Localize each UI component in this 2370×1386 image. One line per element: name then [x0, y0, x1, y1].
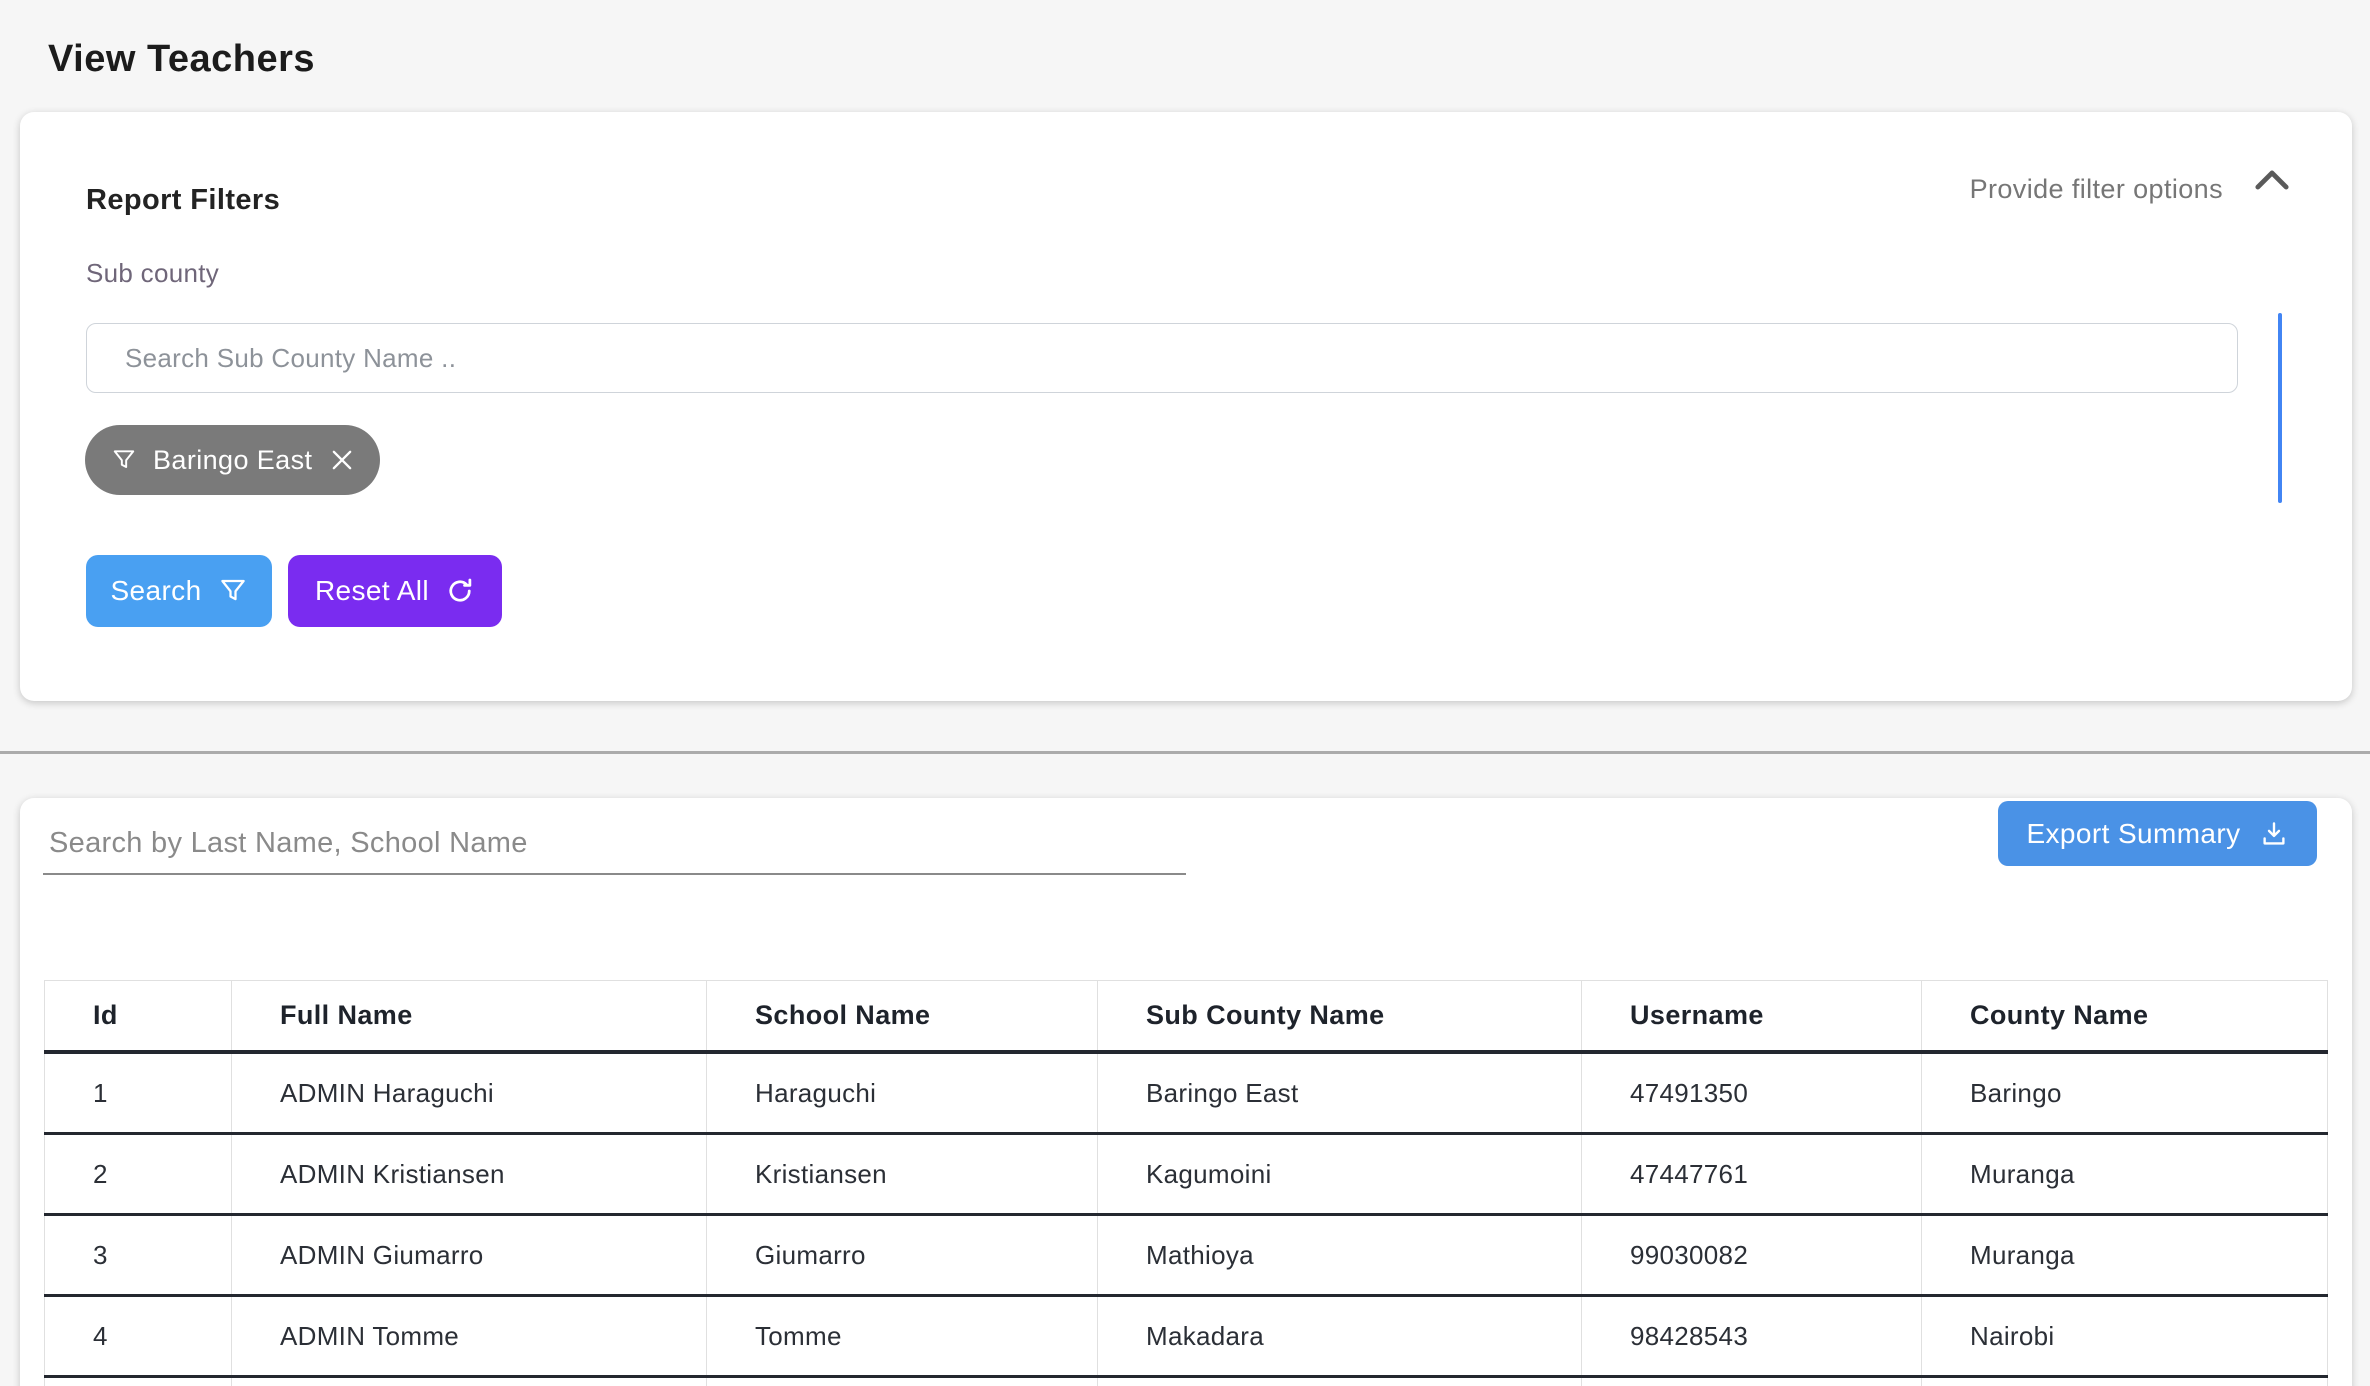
table-search-input[interactable]: [43, 820, 1186, 875]
subcounty-field-label: Sub county: [86, 258, 219, 289]
table-cell: Muranga: [1922, 1215, 2328, 1296]
export-summary-button[interactable]: Export Summary: [1998, 801, 2317, 866]
table-cell: Haraguchi: [707, 1052, 1098, 1134]
table-cell: Baringo: [1922, 1052, 2328, 1134]
page: View Teachers Report Filters Provide fil…: [0, 0, 2370, 1386]
column-header: County Name: [1922, 981, 2328, 1053]
table-row: 2ADMIN KristiansenKristiansenKagumoini47…: [45, 1134, 2328, 1215]
table-cell: 1: [45, 1052, 232, 1134]
dropdown-scrollbar[interactable]: [2278, 313, 2282, 503]
table-cell: 98428543: [1582, 1296, 1922, 1377]
filter-funnel-icon: [111, 447, 137, 473]
export-button-label: Export Summary: [2026, 818, 2240, 850]
table-cell: ADMIN Tomme: [232, 1296, 707, 1377]
filter-chip-label: Baringo East: [153, 445, 312, 476]
table-cell: [1922, 1377, 2328, 1386]
teachers-table-card: Export Summary IdFull NameSchool NameSub…: [20, 798, 2352, 1386]
table-cell: [1098, 1377, 1582, 1386]
download-icon: [2259, 819, 2289, 849]
column-header: Sub County Name: [1098, 981, 1582, 1053]
reset-all-button[interactable]: Reset All: [288, 555, 502, 627]
filters-toggle-label[interactable]: Provide filter options: [1970, 174, 2223, 205]
column-header: Full Name: [232, 981, 707, 1053]
table-cell: 4: [45, 1296, 232, 1377]
chevron-up-icon[interactable]: [2255, 169, 2289, 196]
column-header: Id: [45, 981, 232, 1053]
table-cell: ADMIN Haraguchi: [232, 1052, 707, 1134]
table-cell: Kristiansen: [707, 1134, 1098, 1215]
table-body: 1ADMIN HaraguchiHaraguchiBaringo East474…: [45, 1052, 2328, 1386]
table-cell: Baringo East: [1098, 1052, 1582, 1134]
search-funnel-icon: [218, 576, 248, 606]
filters-title: Report Filters: [86, 184, 280, 217]
table-cell: 47491350: [1582, 1052, 1922, 1134]
table-cell: Makadara: [1098, 1296, 1582, 1377]
table-cell: 3: [45, 1215, 232, 1296]
table-cell: Muranga: [1922, 1134, 2328, 1215]
search-button-label: Search: [110, 575, 201, 607]
table-cell: Tomme: [707, 1296, 1098, 1377]
table-cell: [707, 1377, 1098, 1386]
column-header: Username: [1582, 981, 1922, 1053]
table-cell: 2: [45, 1134, 232, 1215]
table-cell: ADMIN Giumarro: [232, 1215, 707, 1296]
table-cell: [1582, 1377, 1922, 1386]
refresh-icon: [445, 576, 475, 606]
table-cell: Kagumoini: [1098, 1134, 1582, 1215]
search-button[interactable]: Search: [86, 555, 272, 627]
reset-button-label: Reset All: [315, 575, 429, 607]
report-filters-card: Report Filters Provide filter options Su…: [20, 112, 2352, 701]
table-header-row: IdFull NameSchool NameSub County NameUse…: [45, 981, 2328, 1053]
table-cell: ADMIN Kristiansen: [232, 1134, 707, 1215]
page-title: View Teachers: [48, 38, 315, 81]
table-cell: 47447761: [1582, 1134, 1922, 1215]
table-cell: Nairobi: [1922, 1296, 2328, 1377]
table-row: 1ADMIN HaraguchiHaraguchiBaringo East474…: [45, 1052, 2328, 1134]
table-cell: Mathioya: [1098, 1215, 1582, 1296]
table-cell: Giumarro: [707, 1215, 1098, 1296]
subcounty-search-input[interactable]: [86, 323, 2238, 393]
teachers-table: IdFull NameSchool NameSub County NameUse…: [44, 980, 2328, 1386]
table-row-partial: [45, 1377, 2328, 1386]
table-cell: [45, 1377, 232, 1386]
section-divider: [0, 751, 2370, 754]
chip-close-icon[interactable]: [328, 446, 356, 474]
table-cell: [232, 1377, 707, 1386]
column-header: School Name: [707, 981, 1098, 1053]
table-row: 3ADMIN GiumarroGiumarroMathioya99030082M…: [45, 1215, 2328, 1296]
table-cell: 99030082: [1582, 1215, 1922, 1296]
filter-chip-baringo-east[interactable]: Baringo East: [85, 425, 380, 495]
table-row: 4ADMIN TommeTommeMakadara98428543Nairobi: [45, 1296, 2328, 1377]
filters-toggle[interactable]: Provide filter options: [1970, 174, 2289, 205]
